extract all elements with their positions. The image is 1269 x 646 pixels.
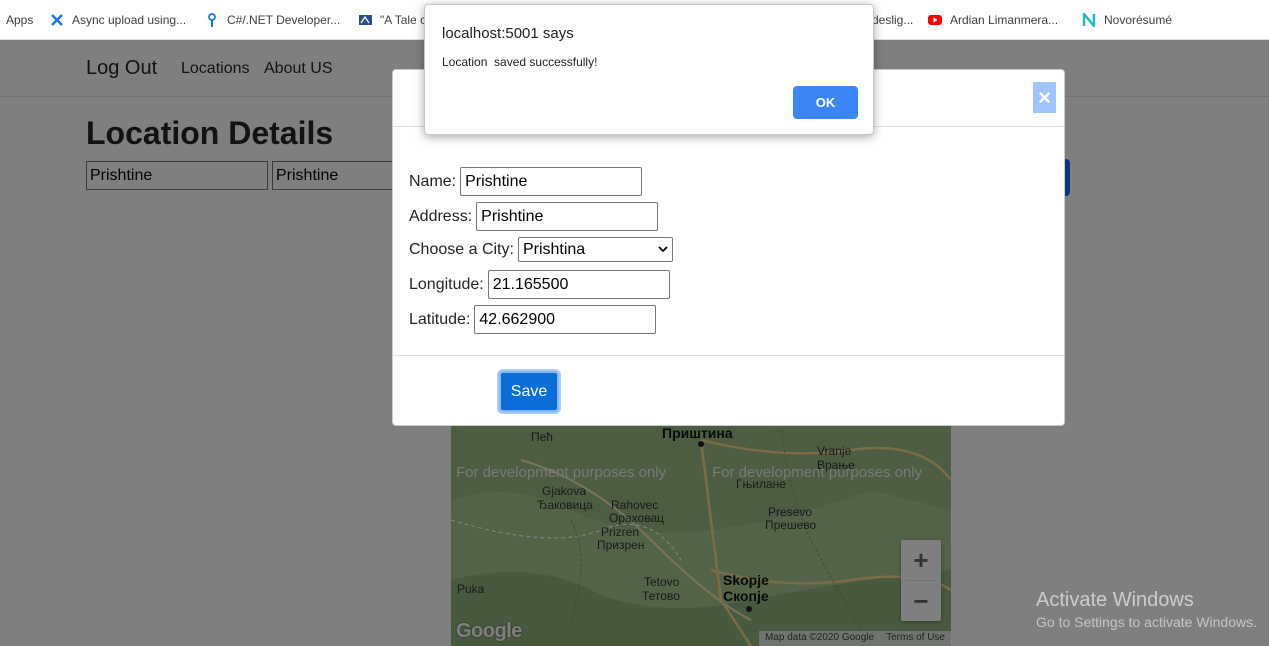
bookmark-ardian[interactable]: Ardian Limanmera...: [928, 13, 1058, 27]
bookmark-label: Apps: [6, 13, 34, 27]
address-label: Address:: [409, 207, 473, 225]
bookmark-flag-icon: [359, 15, 372, 25]
bookmark-novoresume[interactable]: Novorésumé: [1082, 13, 1172, 27]
name-row: Name:: [409, 167, 643, 196]
browser-alert-dialog: localhost:5001 says Location saved succe…: [424, 4, 874, 135]
latitude-row: Latitude:: [409, 305, 657, 334]
activate-windows-title: Activate Windows: [1036, 589, 1194, 611]
city-select[interactable]: Prishtina: [517, 237, 673, 262]
address-row: Address:: [409, 202, 659, 231]
longitude-row: Longitude:: [409, 270, 670, 299]
bookmark-label: C#/.NET Developer...: [227, 13, 341, 27]
city-selected-value: Prishtina: [522, 240, 586, 258]
csharp-dev-icon: [208, 13, 216, 27]
longitude-field[interactable]: [487, 270, 670, 299]
alert-title: localhost:5001 says: [442, 25, 574, 42]
city-label: Choose a City:: [409, 240, 514, 258]
async-upload-icon: [51, 14, 63, 26]
bookmark-label: "A Tale c: [380, 13, 427, 27]
chevron-down-icon: [658, 246, 668, 253]
activate-windows-subtitle: Go to Settings to activate Windows.: [1036, 614, 1257, 630]
modal-body: Name: Address: Choose a City: Prishtina …: [393, 127, 1064, 356]
name-field[interactable]: [460, 167, 643, 196]
alert-message: Location saved successfully!: [442, 55, 598, 69]
youtube-icon: [928, 15, 942, 25]
bookmark-label: deslig...: [872, 13, 914, 27]
bookmark-label: Novorésumé: [1104, 13, 1173, 27]
name-label: Name:: [409, 172, 457, 190]
longitude-label: Longitude:: [409, 275, 484, 293]
novoresume-icon: [1082, 13, 1096, 27]
bookmark-apps[interactable]: Apps: [6, 13, 33, 27]
address-field[interactable]: [476, 202, 659, 231]
alert-ok-button[interactable]: OK: [793, 86, 858, 119]
latitude-field[interactable]: [474, 305, 657, 334]
bookmark-label: Ardian Limanmera...: [950, 13, 1059, 27]
close-icon[interactable]: ×: [1033, 82, 1056, 113]
bookmark-tale[interactable]: "A Tale c: [358, 13, 426, 27]
bookmark-csharp[interactable]: C#/.NET Developer...: [205, 13, 340, 27]
bookmark-deslig[interactable]: deslig...: [872, 13, 913, 27]
city-row: Choose a City: Prishtina: [409, 237, 673, 262]
save-button[interactable]: Save: [499, 371, 559, 412]
bookmark-async-upload[interactable]: Async upload using...: [50, 13, 186, 27]
bookmark-label: Async upload using...: [72, 13, 187, 27]
latitude-label: Latitude:: [409, 310, 471, 328]
